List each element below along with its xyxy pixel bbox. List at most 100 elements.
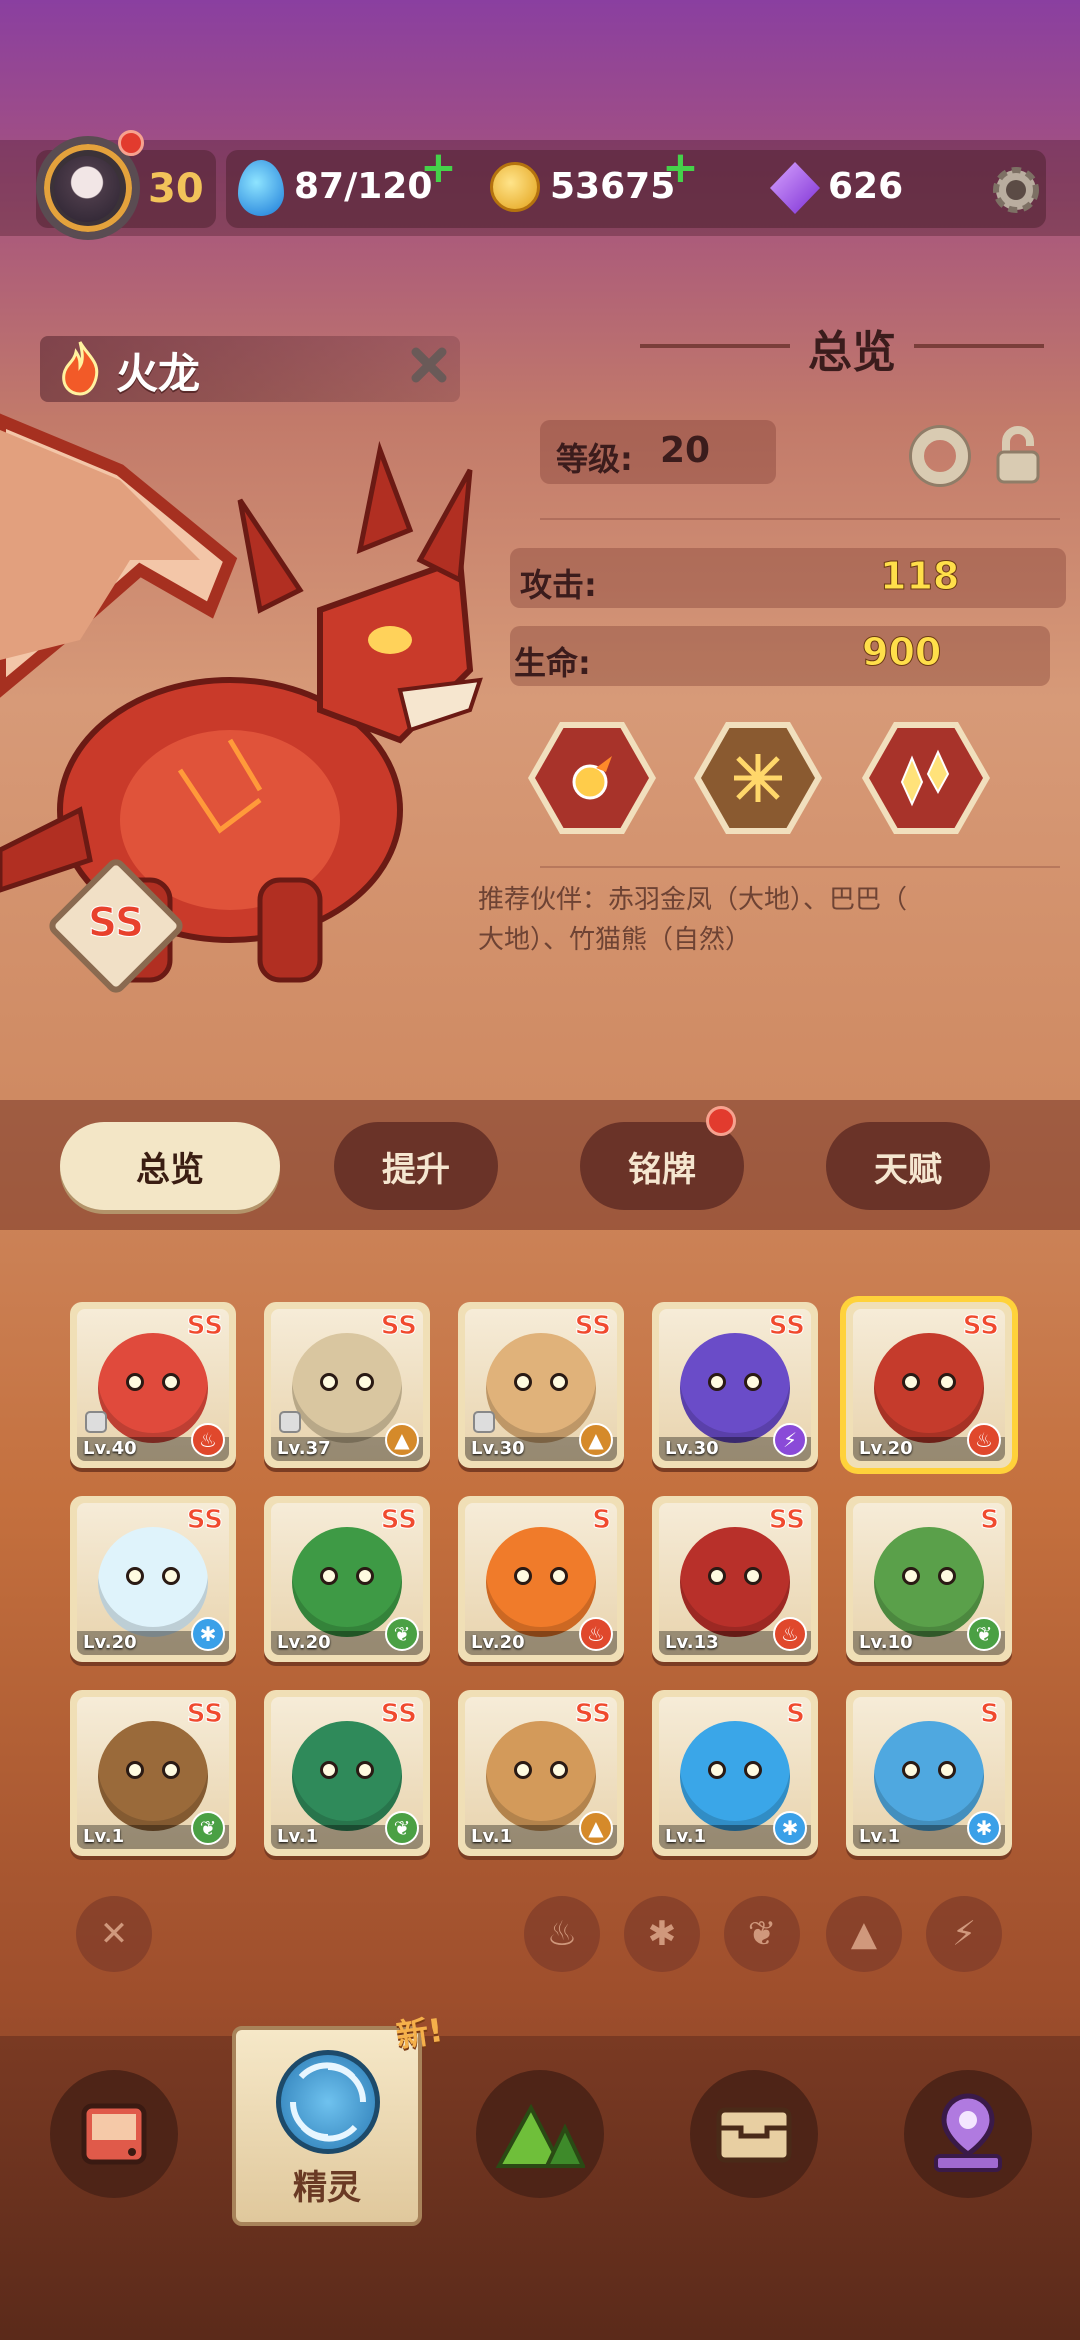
- pet-eye: [356, 1761, 374, 1780]
- pet-card-rank: S: [980, 1699, 1000, 1730]
- pet-card[interactable]: S Lv.20 ♨: [458, 1496, 624, 1662]
- pet-eye: [550, 1373, 568, 1392]
- pet-card[interactable]: SS Lv.37 ▲: [264, 1302, 430, 1468]
- pet-card-rank: S: [786, 1699, 806, 1730]
- pet-card-rank: SS: [574, 1699, 611, 1730]
- pet-card[interactable]: SS Lv.40 ♨: [70, 1302, 236, 1468]
- pet-card-inner: SS Lv.20 ✱: [77, 1503, 229, 1655]
- pet-card-level: Lv.40: [83, 1438, 137, 1459]
- nav-spirits-label: 精灵: [293, 2168, 361, 2208]
- pet-card-level: Lv.13: [665, 1632, 719, 1653]
- pet-eye: [708, 1567, 726, 1586]
- tab-talent[interactable]: 天赋: [826, 1122, 990, 1210]
- pet-card[interactable]: S Lv.1 ✱: [846, 1690, 1012, 1856]
- pet-card-inner: SS Lv.30 ⚡: [659, 1309, 811, 1461]
- pet-eye: [514, 1567, 532, 1586]
- hp-value: 900: [861, 630, 942, 675]
- ice-element-icon: ✱: [191, 1617, 225, 1651]
- pet-card-inner: SS Lv.30 ▲: [465, 1309, 617, 1461]
- hp-label: 生命:: [514, 644, 591, 682]
- pet-eye: [550, 1761, 568, 1780]
- avatar-notification-dot: [118, 130, 144, 156]
- pet-card[interactable]: SS Lv.13 ♨: [652, 1496, 818, 1662]
- pet-card[interactable]: SS Lv.20 ❦: [264, 1496, 430, 1662]
- pet-eye: [320, 1373, 338, 1392]
- filter-fire-icon[interactable]: ♨: [524, 1896, 600, 1972]
- chest-icon: [716, 2107, 792, 2163]
- pet-card-inner: S Lv.1 ✱: [853, 1697, 1005, 1849]
- pet-card[interactable]: SS Lv.30 ⚡: [652, 1302, 818, 1468]
- pet-card-inner: S Lv.20 ♨: [465, 1503, 617, 1655]
- pet-card-inner: S Lv.10 ❦: [853, 1503, 1005, 1655]
- pet-card-level: Lv.30: [471, 1438, 525, 1459]
- pet-eye: [744, 1373, 762, 1392]
- hp-row: [510, 626, 1050, 686]
- pet-card-inner: SS Lv.1 ▲: [465, 1697, 617, 1849]
- pet-eye: [162, 1761, 180, 1780]
- pet-portrait-icon: [874, 1333, 984, 1444]
- pet-portrait-icon: [486, 1721, 596, 1832]
- fire-element-icon: ♨: [967, 1423, 1001, 1457]
- filter-ice-icon[interactable]: ✱: [624, 1896, 700, 1972]
- ice-element-icon: ✱: [967, 1811, 1001, 1845]
- pet-card-inner: SS Lv.20 ♨: [853, 1309, 1005, 1461]
- filter-clear-button[interactable]: ✕: [76, 1896, 152, 1972]
- pet-card[interactable]: S Lv.10 ❦: [846, 1496, 1012, 1662]
- nav-device-button[interactable]: [50, 2070, 178, 2198]
- pet-portrait-icon: [98, 1721, 208, 1832]
- pet-eye: [708, 1761, 726, 1780]
- skill-flame-button[interactable]: [862, 722, 990, 834]
- pet-card-rank: SS: [186, 1699, 223, 1730]
- recommend-line-1: 推荐伙伴：赤羽金凤（大地）、巴巴（: [478, 885, 908, 915]
- pet-portrait-icon: [292, 1527, 402, 1638]
- pet-card-rank: SS: [768, 1311, 805, 1342]
- pet-card[interactable]: SS Lv.30 ▲: [458, 1302, 624, 1468]
- pet-eye: [938, 1567, 956, 1586]
- tab-upgrade[interactable]: 提升: [334, 1122, 498, 1210]
- pet-card[interactable]: SS Lv.20 ♨: [846, 1302, 1012, 1468]
- pet-eye: [320, 1567, 338, 1586]
- gems-value: 626: [828, 166, 904, 207]
- nav-map-button[interactable]: [904, 2070, 1032, 2198]
- pet-card-inner: SS Lv.37 ▲: [271, 1309, 423, 1461]
- pet-eye: [938, 1761, 956, 1780]
- pet-card[interactable]: SS Lv.20 ✱: [70, 1496, 236, 1662]
- pet-card-rank: S: [980, 1505, 1000, 1536]
- pet-card[interactable]: SS Lv.1 ❦: [70, 1690, 236, 1856]
- pet-portrait-icon: [680, 1527, 790, 1638]
- add-stamina-button[interactable]: +: [420, 146, 457, 190]
- pet-eye: [902, 1373, 920, 1392]
- tab-overview[interactable]: 总览: [60, 1122, 280, 1210]
- pet-card-rank: SS: [574, 1311, 611, 1342]
- close-icon[interactable]: [406, 342, 452, 388]
- earth-element-icon: ▲: [579, 1811, 613, 1845]
- nav-chest-button[interactable]: [690, 2070, 818, 2198]
- pet-eye: [126, 1373, 144, 1392]
- pet-card[interactable]: SS Lv.1 ❦: [264, 1690, 430, 1856]
- pet-card[interactable]: S Lv.1 ✱: [652, 1690, 818, 1856]
- nav-adventure-button[interactable]: [476, 2070, 604, 2198]
- stamina-value: 87/120: [294, 166, 433, 207]
- lock-icon[interactable]: [992, 426, 1044, 486]
- filter-thunder-icon[interactable]: ⚡: [926, 1896, 1002, 1972]
- level-label: 等级:: [556, 440, 633, 478]
- settings-gear-icon[interactable]: [986, 160, 1046, 220]
- panel-title: 总览: [808, 327, 896, 378]
- ring-icon[interactable]: [912, 428, 968, 484]
- pet-portrait-icon: [486, 1333, 596, 1444]
- attack-value: 118: [879, 554, 960, 599]
- pet-portrait-icon: [874, 1721, 984, 1832]
- pet-card-level: Lv.20: [471, 1632, 525, 1653]
- filter-earth-icon[interactable]: ▲: [826, 1896, 902, 1972]
- earth-element-icon: ▲: [385, 1423, 419, 1457]
- filter-nature-icon[interactable]: ❦: [724, 1896, 800, 1972]
- pet-name-bar: [40, 336, 460, 402]
- skill-fireball-button[interactable]: [528, 722, 656, 834]
- skill-slash-button[interactable]: [694, 722, 822, 834]
- pet-eye: [902, 1761, 920, 1780]
- ice-element-icon: ✱: [773, 1811, 807, 1845]
- pet-eye: [744, 1567, 762, 1586]
- pet-eye: [902, 1567, 920, 1586]
- pet-card[interactable]: SS Lv.1 ▲: [458, 1690, 624, 1856]
- add-coins-button[interactable]: +: [662, 146, 699, 190]
